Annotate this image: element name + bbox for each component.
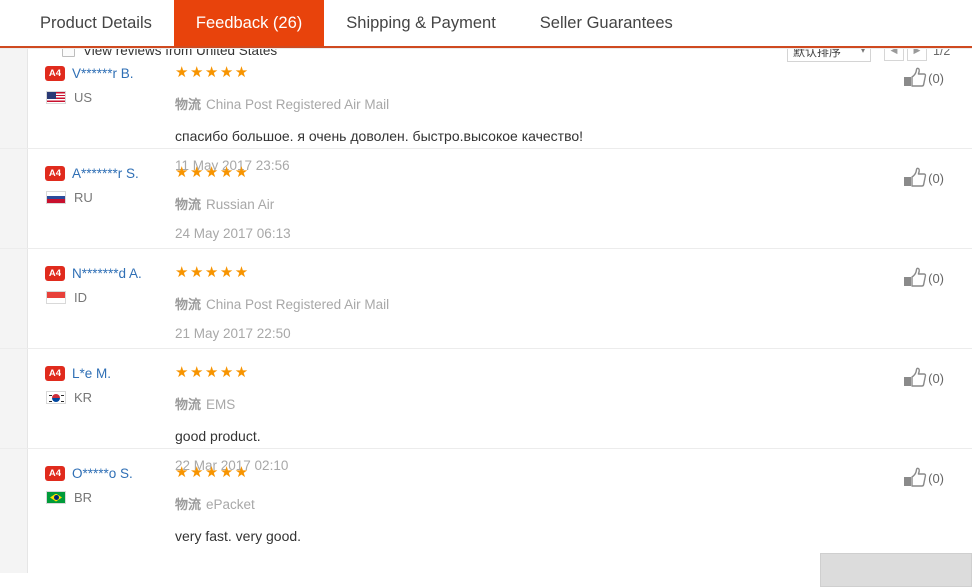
reviewer-country: KR bbox=[45, 390, 165, 405]
buyer-level-badge: A4 bbox=[45, 466, 65, 481]
reviewer-country: RU bbox=[45, 190, 165, 205]
shipping-method-value: EMS bbox=[206, 397, 236, 412]
country-code: BR bbox=[74, 490, 93, 505]
helpful-control[interactable]: (0) bbox=[903, 267, 944, 289]
review-item: A4 V******r B. US ★★★★★ 物流 China Post Registe… bbox=[0, 48, 972, 173]
tab-product-details[interactable]: Product Details bbox=[18, 0, 174, 46]
thumbs-up-icon[interactable] bbox=[903, 167, 927, 189]
shipping-label-cn: 物流 bbox=[175, 497, 202, 512]
tab-feedback[interactable]: Feedback (26) bbox=[173, 0, 325, 46]
buyer-level-badge: A4 bbox=[45, 66, 65, 81]
reviewer-name[interactable]: O*****o S. bbox=[72, 466, 133, 481]
thumbs-up-icon[interactable] bbox=[903, 67, 927, 89]
flag-br-icon bbox=[46, 491, 66, 504]
rating-stars: ★★★★★ bbox=[175, 264, 250, 281]
reviewer-identity: A4 O*****o S. bbox=[45, 466, 165, 481]
helpful-control[interactable]: (0) bbox=[903, 167, 944, 189]
reviewer-info: A4 V******r B. US bbox=[45, 66, 165, 105]
buyer-level-badge: A4 bbox=[45, 166, 65, 181]
reviewer-name[interactable]: V******r B. bbox=[72, 66, 134, 81]
buyer-level-badge: A4 bbox=[45, 366, 65, 381]
reviewer-name[interactable]: A*******r S. bbox=[72, 166, 139, 181]
shipping-method-value: China Post Registered Air Mail bbox=[206, 297, 390, 312]
tab-seller-guarantees[interactable]: Seller Guarantees bbox=[518, 0, 695, 46]
reviewer-info: A4 L*e M. KR bbox=[45, 366, 165, 405]
helpful-count: (0) bbox=[928, 171, 944, 186]
rating-stars: ★★★★★ bbox=[175, 64, 250, 81]
helpful-count: (0) bbox=[928, 371, 944, 386]
reviewer-identity: A4 L*e M. bbox=[45, 366, 165, 381]
helpful-count: (0) bbox=[928, 271, 944, 286]
review-item: A4 N*******d A. ID ★★★★★ 物流 China Post Regist… bbox=[0, 248, 972, 348]
review-comment: very fast. very good. bbox=[175, 528, 302, 544]
rating-stars: ★★★★★ bbox=[175, 164, 250, 181]
thumbs-up-icon[interactable] bbox=[903, 467, 927, 489]
review-body: ★★★★★ 物流 China Post Registered Air Mail 21 … bbox=[175, 265, 852, 341]
helpful-count: (0) bbox=[928, 471, 944, 486]
shipping-label-cn: 物流 bbox=[175, 197, 202, 212]
flag-ru-icon bbox=[46, 191, 66, 204]
product-tabbar: Product Details Feedback (26) Shipping &… bbox=[0, 0, 972, 48]
reviewer-info: A4 A*******r S. RU bbox=[45, 166, 165, 205]
thumbs-up-icon[interactable] bbox=[903, 367, 927, 389]
tab-shipping-payment[interactable]: Shipping & Payment bbox=[324, 0, 518, 46]
review-item: A4 O*****o S. BR ★★★★★ 物流 ePacket very fast. v… bbox=[0, 448, 972, 548]
helpful-control[interactable]: (0) bbox=[903, 367, 944, 389]
reviewer-country: US bbox=[45, 90, 165, 105]
country-code: RU bbox=[74, 190, 93, 205]
reviewer-identity: A4 V******r B. bbox=[45, 66, 165, 81]
reviewer-country: ID bbox=[45, 290, 165, 305]
shipping-method: 物流 China Post Registered Air Mail bbox=[175, 294, 852, 313]
reviewer-country: BR bbox=[45, 490, 165, 505]
review-date: 24 May 2017 06:13 bbox=[175, 226, 291, 241]
floating-widget[interactable] bbox=[820, 553, 972, 587]
buyer-level-badge: A4 bbox=[45, 266, 65, 281]
shipping-label-cn: 物流 bbox=[175, 97, 202, 112]
review-body: ★★★★★ 物流 ePacket very fast. very good. bbox=[175, 465, 852, 545]
rating-stars: ★★★★★ bbox=[175, 464, 250, 481]
helpful-control[interactable]: (0) bbox=[903, 67, 944, 89]
review-body: ★★★★★ 物流 Russian Air 24 May 2017 06:13 bbox=[175, 165, 852, 241]
shipping-method-value: China Post Registered Air Mail bbox=[206, 97, 390, 112]
country-code: KR bbox=[74, 390, 93, 405]
reviewer-name[interactable]: L*e M. bbox=[72, 366, 111, 381]
shipping-method-value: ePacket bbox=[206, 497, 255, 512]
shipping-method: 物流 EMS bbox=[175, 394, 852, 413]
shipping-method: 物流 Russian Air bbox=[175, 194, 852, 213]
helpful-count: (0) bbox=[928, 71, 944, 86]
reviewer-info: A4 N*******d A. ID bbox=[45, 266, 165, 305]
reviewer-name[interactable]: N*******d A. bbox=[72, 266, 142, 281]
flag-id-icon bbox=[46, 291, 66, 304]
shipping-label-cn: 物流 bbox=[175, 297, 202, 312]
review-comment: спасибо большое. я очень доволен. быстро… bbox=[175, 128, 584, 144]
flag-kr-icon bbox=[46, 391, 66, 404]
shipping-method: 物流 ePacket bbox=[175, 494, 852, 513]
reviewer-identity: A4 N*******d A. bbox=[45, 266, 165, 281]
shipping-label-cn: 物流 bbox=[175, 397, 202, 412]
review-date: 21 May 2017 22:50 bbox=[175, 326, 291, 341]
review-item: A4 A*******r S. RU ★★★★★ 物流 Russian Air 24 May… bbox=[0, 148, 972, 248]
flag-us-icon bbox=[46, 91, 66, 104]
country-code: ID bbox=[74, 290, 87, 305]
rating-stars: ★★★★★ bbox=[175, 364, 250, 381]
feedback-review-list: A4 V******r B. US ★★★★★ 物流 China Post Registe… bbox=[0, 48, 972, 548]
review-comment: good product. bbox=[175, 428, 261, 444]
shipping-method-value: Russian Air bbox=[206, 197, 275, 212]
country-code: US bbox=[74, 90, 93, 105]
shipping-method: 物流 China Post Registered Air Mail bbox=[175, 94, 852, 113]
helpful-control[interactable]: (0) bbox=[903, 467, 944, 489]
thumbs-up-icon[interactable] bbox=[903, 267, 927, 289]
review-item: A4 L*e M. KR ★★★★★ 物流 EMS good product. 22 Mar … bbox=[0, 348, 972, 473]
reviewer-info: A4 O*****o S. BR bbox=[45, 466, 165, 505]
reviewer-identity: A4 A*******r S. bbox=[45, 166, 165, 181]
